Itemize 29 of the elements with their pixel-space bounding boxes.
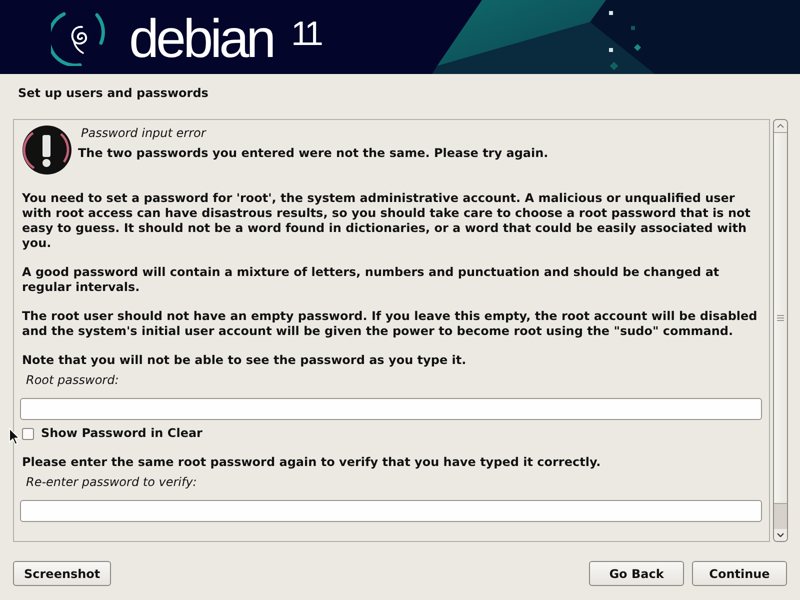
field-label: Re-enter password to verify: (26, 475, 198, 490)
logo-text: debian (129, 12, 274, 66)
back-button[interactable]: Go Back (589, 561, 684, 586)
paragraph: Note that you will not be able to see the password as you type it. (21, 353, 468, 368)
checkbox-label[interactable]: Show Password in Clear (41, 426, 202, 441)
error-heading: Password input error (81, 126, 208, 141)
scroll-down-button[interactable] (774, 529, 787, 541)
paragraph: You need to set a password for 'root', the system administrative account. A malicious or unqualified user with root access can have disastrous results, so you should take care to choose a root password that is not easy to guess. It should not be a word found in dictionaries, or a word that could be easily associated with you. (21, 191, 752, 251)
password-field[interactable] (20, 398, 762, 420)
scroll-up-button[interactable] (774, 120, 787, 132)
password-field[interactable] (20, 500, 762, 522)
field-label: Root password: (26, 373, 120, 388)
chevron-up-icon (777, 124, 784, 128)
error-message: The two passwords you entered were not the same. Please try again. (78, 146, 548, 161)
swirl-logo-icon (51, 10, 107, 66)
grip-icon (777, 315, 784, 321)
mouse-pointer-icon (9, 428, 20, 445)
scrollbar-thumb[interactable] (774, 132, 787, 504)
error-icon (22, 125, 72, 175)
version-label: 11 (291, 17, 320, 51)
chevron-down-icon (777, 533, 784, 537)
paragraph: The root user should not have an empty password. If you leave this empty, the root account will be disabled and the system's initial user account will be given the power to become root using the "sudo" command. (21, 309, 758, 339)
continue-button[interactable]: Continue (692, 561, 787, 586)
screenshot-button[interactable]: Screenshot (13, 561, 112, 586)
scrollbar[interactable] (773, 119, 788, 542)
checkbox[interactable] (22, 428, 34, 440)
paragraph: Please enter the same root password again to verify that you have typed it correctly. (21, 455, 602, 470)
page-title: Set up users and passwords (17, 85, 210, 101)
paragraph: A good password will contain a mixture of letters, numbers and punctuation and should be changed at regular intervals. (21, 265, 720, 295)
